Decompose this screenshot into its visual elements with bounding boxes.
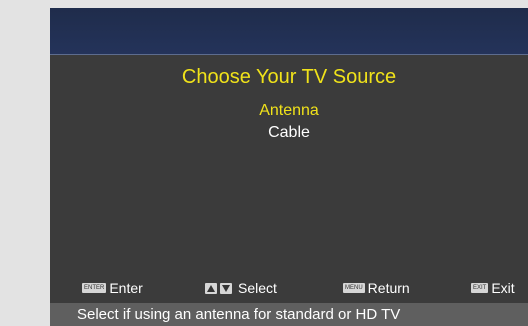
menu-key-icon: MENU <box>343 283 365 293</box>
enter-hint-label: Enter <box>109 280 143 296</box>
select-hint-label: Select <box>238 280 277 296</box>
status-bar: Select if using an antenna for standard … <box>50 303 528 326</box>
return-hint[interactable]: MENU Return <box>343 276 410 300</box>
exit-hint[interactable]: EXIT Exit <box>471 276 515 300</box>
enter-hint[interactable]: ENTER Enter <box>82 276 143 300</box>
header-bar <box>50 8 528 54</box>
option-cable[interactable]: Cable <box>50 122 528 144</box>
hint-bar: ENTER Enter Select MENU Return EXIT Exit <box>50 276 528 300</box>
source-options: Antenna Cable <box>50 100 528 144</box>
enter-key-icon: ENTER <box>82 283 107 293</box>
status-text: Select if using an antenna for standard … <box>77 306 401 323</box>
tv-screen: Choose Your TV Source Antenna Cable ENTE… <box>50 8 528 326</box>
menu-title: Choose Your TV Source <box>181 66 397 88</box>
select-hint[interactable]: Select <box>205 276 277 300</box>
option-antenna[interactable]: Antenna <box>50 100 528 122</box>
header-divider <box>50 54 528 55</box>
exit-key-icon: EXIT <box>471 283 489 293</box>
down-arrow-icon <box>220 282 232 294</box>
exit-hint-label: Exit <box>491 280 515 296</box>
up-arrow-icon <box>205 282 217 294</box>
return-hint-label: Return <box>367 280 410 296</box>
